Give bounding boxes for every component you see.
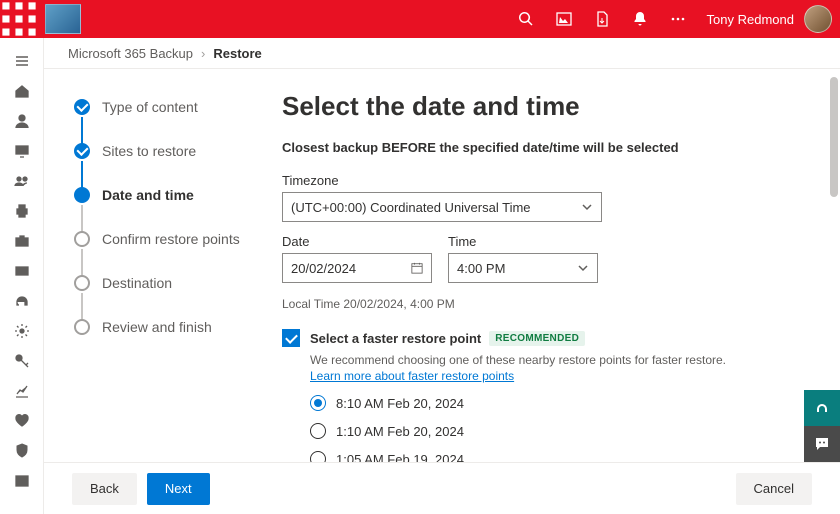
breadcrumb-root[interactable]: Microsoft 365 Backup <box>68 46 193 61</box>
rail-menu-icon[interactable] <box>0 46 44 76</box>
wizard-steps: Type of content Sites to restore Date an… <box>44 69 254 462</box>
breadcrumb-current: Restore <box>213 46 261 61</box>
bell-icon[interactable] <box>621 0 659 38</box>
time-select[interactable]: 4:00 PM <box>448 253 598 283</box>
rail-headset-icon[interactable] <box>0 286 44 316</box>
step-date-and-time[interactable]: Date and time <box>74 187 244 203</box>
search-icon[interactable] <box>507 0 545 38</box>
more-icon[interactable] <box>659 0 697 38</box>
date-input[interactable]: 20/02/2024 <box>282 253 432 283</box>
back-button[interactable]: Back <box>72 473 137 505</box>
restore-point-option[interactable]: 8:10 AM Feb 20, 2024 <box>310 395 812 411</box>
rail-heart-icon[interactable] <box>0 406 44 436</box>
recommended-badge: RECOMMENDED <box>489 331 585 346</box>
avatar[interactable] <box>804 5 832 33</box>
floating-actions <box>804 390 840 462</box>
main-panel: Select the date and time Closest backup … <box>254 69 840 462</box>
restore-point-option[interactable]: 1:05 AM Feb 19, 2024 <box>310 451 812 462</box>
next-button[interactable]: Next <box>147 473 210 505</box>
scrollbar-thumb[interactable] <box>830 77 838 197</box>
page-subtitle: Closest backup BEFORE the specified date… <box>282 140 812 155</box>
rail-key-icon[interactable] <box>0 346 44 376</box>
help-headset-icon[interactable] <box>804 390 840 426</box>
learn-more-link[interactable]: Learn more about faster restore points <box>310 369 514 383</box>
step-type-of-content[interactable]: Type of content <box>74 99 244 115</box>
time-label: Time <box>448 234 598 249</box>
date-label: Date <box>282 234 432 249</box>
left-rail <box>0 38 44 514</box>
username-label: Tony Redmond <box>697 12 804 27</box>
rail-home-icon[interactable] <box>0 76 44 106</box>
recommend-text: We recommend choosing one of these nearb… <box>310 353 812 367</box>
faster-restore-label: Select a faster restore point <box>310 331 481 346</box>
breadcrumb: Microsoft 365 Backup › Restore <box>44 38 840 68</box>
rail-shield-icon[interactable] <box>0 436 44 466</box>
timezone-label: Timezone <box>282 173 602 188</box>
page-title: Select the date and time <box>282 91 812 122</box>
rail-gear-icon[interactable] <box>0 316 44 346</box>
document-icon[interactable] <box>583 0 621 38</box>
rail-briefcase-icon[interactable] <box>0 226 44 256</box>
app-header: Tony Redmond <box>0 0 840 38</box>
calendar-icon <box>411 262 423 274</box>
local-time-label: Local Time 20/02/2024, 4:00 PM <box>282 297 812 311</box>
faster-restore-checkbox[interactable] <box>282 329 300 347</box>
wizard-footer: Back Next Cancel <box>44 462 840 514</box>
feedback-icon[interactable] <box>804 426 840 462</box>
step-confirm-restore-points: Confirm restore points <box>74 231 244 247</box>
cancel-button[interactable]: Cancel <box>736 473 812 505</box>
timezone-select[interactable]: (UTC+00:00) Coordinated Universal Time <box>282 192 602 222</box>
step-review-and-finish: Review and finish <box>74 319 244 335</box>
step-destination: Destination <box>74 275 244 291</box>
chevron-down-icon <box>577 262 589 274</box>
rail-devices-icon[interactable] <box>0 136 44 166</box>
rail-card-icon[interactable] <box>0 256 44 286</box>
rail-person-icon[interactable] <box>0 106 44 136</box>
rail-mail-icon[interactable] <box>0 466 44 496</box>
rail-chart-icon[interactable] <box>0 376 44 406</box>
chevron-down-icon <box>581 201 593 213</box>
header-logo <box>38 0 88 38</box>
restore-point-option[interactable]: 1:10 AM Feb 20, 2024 <box>310 423 812 439</box>
app-launcher-icon[interactable] <box>0 0 38 38</box>
chevron-right-icon: › <box>201 46 205 61</box>
step-sites-to-restore[interactable]: Sites to restore <box>74 143 244 159</box>
rail-people-icon[interactable] <box>0 166 44 196</box>
rail-print-icon[interactable] <box>0 196 44 226</box>
media-icon[interactable] <box>545 0 583 38</box>
